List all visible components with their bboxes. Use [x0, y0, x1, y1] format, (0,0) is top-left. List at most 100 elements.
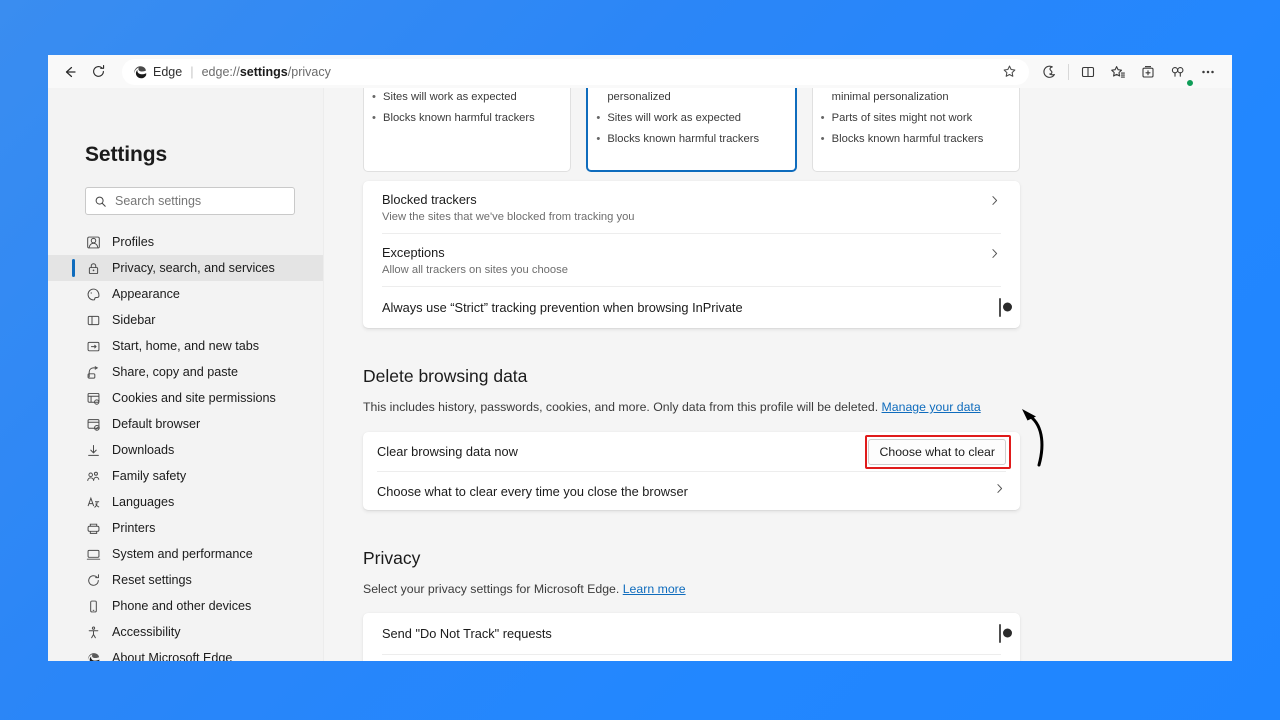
toggle-knob	[1003, 302, 1012, 312]
settings-and-more-icon[interactable]	[1194, 58, 1222, 86]
toggle-track[interactable]	[999, 297, 1012, 317]
row-blocked-trackers[interactable]: Blocked trackers View the sites that we'v…	[382, 181, 1001, 233]
sidebar-item-label: Phone and other devices	[112, 599, 252, 613]
browser-window: Edge | edge://settings/privacy Settings …	[48, 55, 1232, 661]
favorite-star-icon[interactable]	[995, 58, 1023, 86]
sidebar-icon	[85, 312, 102, 329]
tracking-prevention-bullet: • Sites will work as expected	[372, 90, 560, 105]
row-title: Exceptions	[382, 245, 445, 260]
browser-essentials-icon[interactable]	[1164, 58, 1194, 87]
sidebar-item-system-and-performance[interactable]: System and performance	[48, 541, 323, 567]
sidebar-item-label: Sidebar	[112, 313, 156, 327]
collections-icon[interactable]	[1134, 58, 1162, 86]
refresh-button[interactable]	[84, 58, 112, 86]
sidebar-item-sidebar[interactable]: Sidebar	[48, 307, 323, 333]
sidebar-item-label: Privacy, search, and services	[112, 261, 275, 275]
sidebar-item-languages[interactable]: Languages	[48, 489, 323, 515]
sidebar-item-phone-and-other-devices[interactable]: Phone and other devices	[48, 593, 323, 619]
row-allow-sites-to-check-if-you-have-payment: Allow sites to check if you have payment…	[382, 654, 1001, 661]
row-clear-browsing-data-now: Clear browsing data now Choose what to c…	[377, 432, 1006, 471]
sidebar-item-family-safety[interactable]: Family safety	[48, 463, 323, 489]
sidebar-item-cookies-and-site-permissions[interactable]: Cookies and site permissions	[48, 385, 323, 411]
toggle-switch[interactable]	[999, 297, 1012, 317]
bullet-text: Sites will work as expected	[383, 91, 517, 103]
toggle-switch[interactable]	[999, 623, 1012, 643]
edge-logo-icon	[132, 64, 148, 80]
tracking-prevention-card[interactable]: minimal personalization • Parts of sites m…	[811, 88, 1020, 172]
address-bar[interactable]: Edge | edge://settings/privacy	[122, 58, 1029, 86]
sidebar-item-appearance[interactable]: Appearance	[48, 281, 323, 307]
search-input[interactable]: Search settings	[85, 187, 295, 215]
tracking-prevention-bullet: • Blocks known harmful trackers	[821, 132, 1009, 147]
annotation-arrow-icon	[1018, 403, 1054, 473]
toggle-track[interactable]	[999, 623, 1012, 643]
tracking-prevention-card[interactable]: • Sites will work as expected • Blocks know…	[363, 88, 572, 172]
sidebar-item-reset-settings[interactable]: Reset settings	[48, 567, 323, 593]
settings-sidebar: Settings Search settings Profiles Privacy…	[48, 88, 323, 661]
favorites-list-icon[interactable]	[1104, 58, 1132, 86]
share-icon	[85, 364, 102, 381]
system-icon	[85, 546, 102, 563]
delete-description-text: This includes history, passwords, cookie…	[363, 400, 879, 414]
sidebar-item-downloads[interactable]: Downloads	[48, 437, 323, 463]
row-exceptions[interactable]: Exceptions Allow all trackers on sites yo…	[382, 233, 1001, 286]
bullet-icon: •	[820, 133, 825, 146]
chevron-right-icon	[993, 482, 1006, 500]
privacy-description: Select your privacy settings for Microso…	[363, 582, 1232, 596]
cookies-icon	[85, 390, 102, 407]
sidebar-item-label: Start, home, and new tabs	[112, 339, 260, 353]
sidebar-item-accessibility[interactable]: Accessibility	[48, 619, 323, 645]
sidebar-item-label: Reset settings	[112, 573, 192, 587]
manage-your-data-link[interactable]: Manage your data	[882, 400, 981, 414]
settings-content: • Sites will work as expected • Blocks know…	[323, 88, 1232, 661]
toggle-knob	[1003, 628, 1012, 638]
copilot-icon[interactable]	[1035, 58, 1063, 86]
toolbar-divider	[1068, 63, 1069, 80]
sidebar-item-default-browser[interactable]: Default browser	[48, 411, 323, 437]
tracking-prevention-settings-card: Blocked trackers View the sites that we'v…	[363, 181, 1020, 328]
bullet-icon: •	[596, 133, 601, 146]
lock-icon	[85, 260, 102, 277]
chevron-right-icon	[988, 194, 1001, 212]
sidebar-item-about-microsoft-edge[interactable]: About Microsoft Edge	[48, 645, 323, 661]
sidebar-item-printers[interactable]: Printers	[48, 515, 323, 541]
back-button[interactable]	[56, 58, 84, 86]
sidebar-item-share-copy-and-paste[interactable]: Share, copy and paste	[48, 359, 323, 385]
sidebar-item-label: Family safety	[112, 469, 187, 483]
sidebar-item-privacy-search-and-services[interactable]: Privacy, search, and services	[48, 255, 323, 281]
tracking-prevention-cards: • Sites will work as expected • Blocks know…	[363, 88, 1020, 172]
chevron-right-icon	[988, 247, 1001, 265]
address-separator: |	[190, 64, 194, 79]
tracking-prevention-bullet: • Parts of sites might not work	[821, 111, 1009, 126]
bullet-text: minimal personalization	[831, 91, 949, 103]
tracking-prevention-bullet: minimal personalization	[821, 90, 1009, 105]
sidebar-item-label: About Microsoft Edge	[112, 651, 233, 661]
appearance-icon	[85, 286, 102, 303]
browser-toolbar: Edge | edge://settings/privacy	[48, 55, 1232, 88]
tracking-prevention-card-selected[interactable]: personalized • Sites will work as expected…	[586, 88, 797, 172]
row-title: Send "Do Not Track" requests	[382, 626, 552, 641]
bullet-text: Sites will work as expected	[607, 112, 742, 125]
essentials-status-badge	[1186, 78, 1194, 87]
row-choose-what-to-clear-on-close[interactable]: Choose what to clear every time you clos…	[377, 471, 1006, 510]
choose-what-to-clear-button[interactable]: Choose what to clear	[868, 438, 1006, 465]
row-send-do-not-track-requests: Send "Do Not Track" requests	[382, 613, 1012, 654]
profiles-icon	[85, 234, 102, 251]
bullet-text: Blocks known harmful trackers	[831, 133, 984, 146]
sidebar-item-label: Printers	[112, 521, 156, 535]
learn-more-link[interactable]: Learn more	[623, 582, 686, 596]
page-title: Settings	[85, 143, 168, 166]
sidebar-item-label: Downloads	[112, 443, 175, 457]
bullet-text: Blocks known harmful trackers	[383, 112, 535, 125]
split-screen-icon[interactable]	[1074, 58, 1102, 86]
printer-icon	[85, 520, 102, 537]
row-subtitle: View the sites that we've blocked from t…	[382, 211, 635, 223]
bullet-text: Blocks known harmful trackers	[607, 133, 760, 146]
sidebar-nav-list: Profiles Privacy, search, and services App…	[48, 229, 323, 661]
row-always-use-strict-tracking-prevention-wh: Always use “Strict” tracking prevention …	[382, 286, 1012, 328]
row-title: Clear browsing data now	[377, 444, 518, 459]
sidebar-item-profiles[interactable]: Profiles	[48, 229, 323, 255]
sidebar-item-label: Accessibility	[112, 625, 181, 639]
sidebar-item-start-home-and-new-tabs[interactable]: Start, home, and new tabs	[48, 333, 323, 359]
bullet-icon: •	[372, 91, 376, 103]
